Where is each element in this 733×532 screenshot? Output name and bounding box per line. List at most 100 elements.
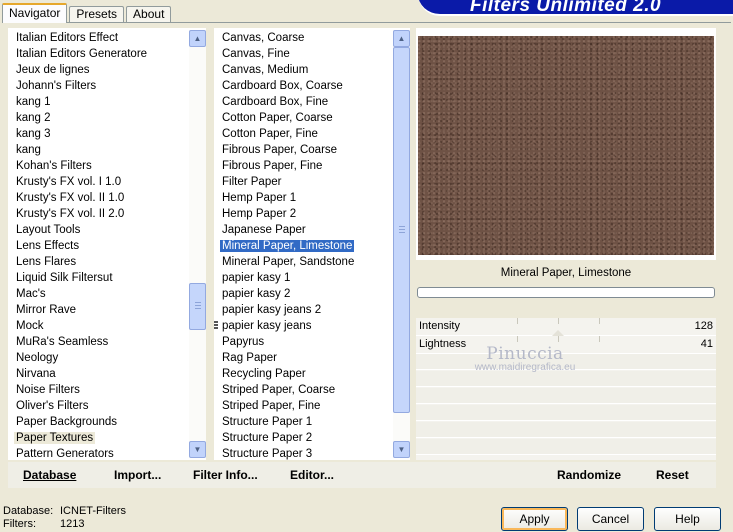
filter-item[interactable]: Filter Paper [214, 174, 393, 190]
filter-item[interactable]: Structure Paper 3 [214, 446, 393, 462]
filter-item[interactable]: Japanese Paper [214, 222, 393, 238]
category-item[interactable]: Liquid Silk Filtersut [8, 270, 189, 286]
category-item[interactable]: Italian Editors Effect [8, 30, 189, 46]
category-item-label: Jeux de lignes [16, 64, 90, 76]
filter-item-label: Hemp Paper 2 [222, 208, 297, 220]
category-item[interactable]: Noise Filters [8, 382, 189, 398]
filter-item[interactable]: Canvas, Medium [214, 62, 393, 78]
reset-button[interactable]: Reset [656, 468, 689, 482]
filter-item[interactable]: Cardboard Box, Fine [214, 94, 393, 110]
selected-filter-name: Mineral Paper, Limestone [500, 267, 632, 279]
empty-param-row [416, 371, 716, 387]
category-item[interactable]: MuRa's Seamless [8, 334, 189, 350]
tab-navigator[interactable]: Navigator [2, 3, 68, 23]
filter-item[interactable]: Hemp Paper 1 [214, 190, 393, 206]
param-row-intensity: Intensity 128 [416, 318, 716, 336]
category-item[interactable]: Mirror Rave [8, 302, 189, 318]
filter-info-button[interactable]: Filter Info... [193, 468, 258, 482]
filter-item[interactable]: Cotton Paper, Fine [214, 126, 393, 142]
category-item[interactable]: Italian Editors Generatore [8, 46, 189, 62]
category-item[interactable]: Oliver's Filters [8, 398, 189, 414]
filter-item[interactable]: Mineral Paper, Limestone [214, 238, 393, 254]
empty-param-row [416, 422, 716, 438]
category-item-label: Layout Tools [16, 224, 81, 236]
cancel-button[interactable]: Cancel [577, 507, 644, 531]
filter-item[interactable]: papier kasy jeans [214, 318, 393, 334]
tab-about[interactable]: About [126, 6, 172, 23]
category-item[interactable]: kang 1 [8, 94, 189, 110]
tab-bar: Navigator Presets About [2, 3, 173, 23]
category-item-label: kang [16, 144, 41, 156]
filter-list[interactable]: Canvas, Coarse Canvas, Fine Canvas, Medium… [214, 28, 410, 460]
filter-item[interactable]: Recycling Paper [214, 366, 393, 382]
editor-button[interactable]: Editor... [290, 468, 334, 482]
category-item[interactable]: Layout Tools [8, 222, 189, 238]
filter-item-label: Fibrous Paper, Fine [222, 160, 323, 172]
category-item[interactable]: Paper Textures [8, 430, 189, 446]
category-scroll-thumb[interactable] [189, 282, 206, 331]
category-item-label: Italian Editors Effect [16, 32, 119, 44]
filter-item[interactable]: Striped Paper, Coarse [214, 382, 393, 398]
category-item[interactable]: Krusty's FX vol. I 1.0 [8, 174, 189, 190]
filter-item[interactable]: Cardboard Box, Coarse [214, 78, 393, 94]
filter-scroll-thumb[interactable] [393, 47, 410, 414]
filter-scrollbar[interactable]: ▲ ▼ [393, 30, 410, 458]
filter-item-label: Cotton Paper, Fine [222, 128, 318, 140]
category-item[interactable]: Krusty's FX vol. II 1.0 [8, 190, 189, 206]
category-item[interactable]: Krusty's FX vol. II 2.0 [8, 206, 189, 222]
filter-item[interactable]: Mineral Paper, Sandstone [214, 254, 393, 270]
category-item[interactable]: kang [8, 142, 189, 158]
filter-item[interactable]: Structure Paper 2 [214, 430, 393, 446]
apply-button[interactable]: Apply [501, 507, 568, 531]
category-item[interactable]: Lens Flares [8, 254, 189, 270]
category-item[interactable]: kang 3 [8, 126, 189, 142]
filter-item-label: Recycling Paper [222, 368, 306, 380]
category-scroll-up-button[interactable]: ▲ [189, 30, 206, 47]
filter-item[interactable]: Papyrus [214, 334, 393, 350]
import-button[interactable]: Import... [114, 468, 161, 482]
category-item[interactable]: Mac's [8, 286, 189, 302]
title-banner: Filters Unlimited 2.0 [418, 0, 733, 16]
category-item[interactable]: Neology [8, 350, 189, 366]
filter-item-label: Structure Paper 3 [222, 448, 313, 460]
filter-item[interactable]: papier kasy jeans 2 [214, 302, 393, 318]
filter-item-label: Rag Paper [222, 352, 277, 364]
category-item-label: Nirvana [16, 368, 56, 380]
filter-item[interactable]: Fibrous Paper, Coarse [214, 142, 393, 158]
lightness-slider[interactable] [476, 336, 640, 353]
category-item[interactable]: Pattern Generators [8, 446, 189, 462]
intensity-slider[interactable] [476, 318, 640, 336]
filter-item[interactable]: Hemp Paper 2 [214, 206, 393, 222]
filter-item[interactable]: Canvas, Fine [214, 46, 393, 62]
category-item[interactable]: kang 2 [8, 110, 189, 126]
category-scroll-down-button[interactable]: ▼ [189, 441, 206, 458]
category-scrollbar[interactable]: ▲ ▼ [189, 30, 206, 458]
category-item[interactable]: Jeux de lignes [8, 62, 189, 78]
filter-item[interactable]: Rag Paper [214, 350, 393, 366]
category-item[interactable]: Paper Backgrounds [8, 414, 189, 430]
filter-item[interactable]: papier kasy 1 [214, 270, 393, 286]
category-items: Italian Editors Effect Italian Editors Ge… [8, 30, 189, 462]
filter-scroll-up-button[interactable]: ▲ [393, 30, 410, 47]
database-button[interactable]: Database [23, 468, 76, 482]
filter-item[interactable]: Structure Paper 1 [214, 414, 393, 430]
tab-divider [2, 22, 731, 23]
filter-item[interactable]: Cotton Paper, Coarse [214, 110, 393, 126]
category-item[interactable]: Lens Effects [8, 238, 189, 254]
tab-presets[interactable]: Presets [69, 6, 125, 23]
filter-item[interactable]: Striped Paper, Fine [214, 398, 393, 414]
category-item[interactable]: Johann's Filters [8, 78, 189, 94]
help-button[interactable]: Help [654, 507, 721, 531]
category-item[interactable]: Nirvana [8, 366, 189, 382]
randomize-button[interactable]: Randomize [557, 468, 621, 482]
filter-item[interactable]: Fibrous Paper, Fine [214, 158, 393, 174]
category-item-label: Pattern Generators [16, 448, 114, 460]
filter-scroll-down-button[interactable]: ▼ [393, 441, 410, 458]
filter-item[interactable]: papier kasy 2 [214, 286, 393, 302]
category-item[interactable]: Kohan's Filters [8, 158, 189, 174]
category-item-label: kang 2 [16, 112, 51, 124]
category-item[interactable]: Mock [8, 318, 189, 334]
filter-item-label: Canvas, Fine [222, 48, 290, 60]
filter-item[interactable]: Canvas, Coarse [214, 30, 393, 46]
category-list[interactable]: Italian Editors Effect Italian Editors Ge… [8, 28, 206, 460]
